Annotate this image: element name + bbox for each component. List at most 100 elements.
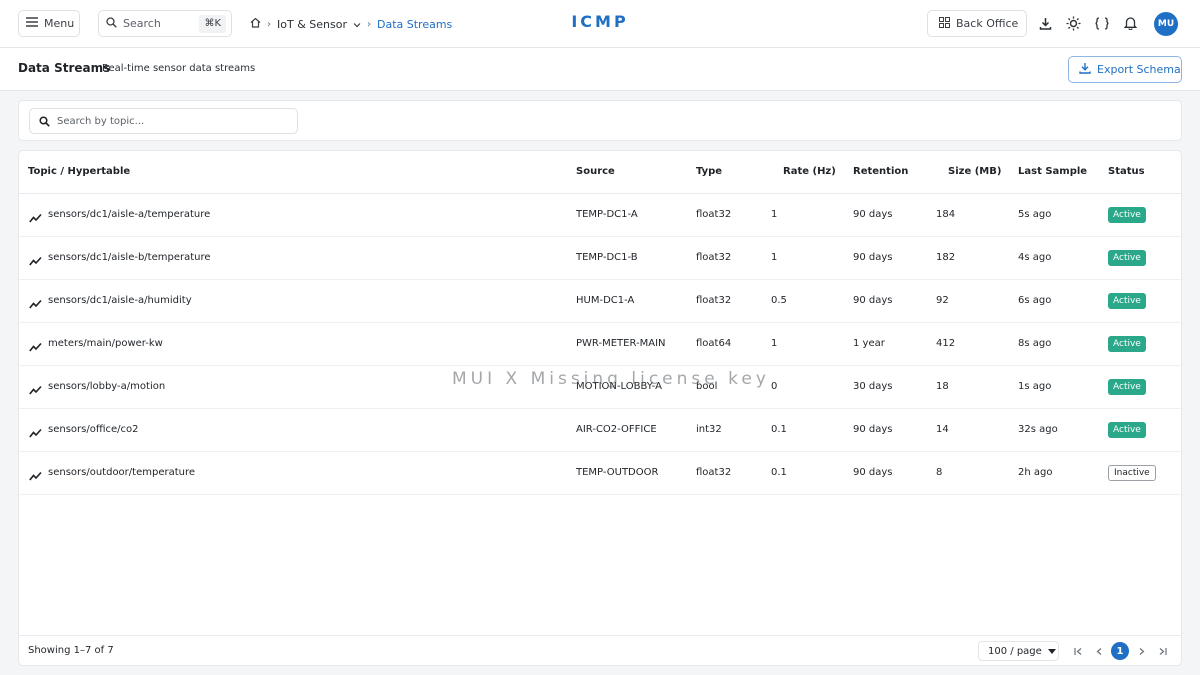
cell-source: AIR-CO2-OFFICE <box>576 424 657 435</box>
column-header-last-sample[interactable]: Last Sample <box>1018 166 1087 177</box>
cell-rate: 1 <box>771 209 778 220</box>
search-icon <box>39 112 50 131</box>
next-page-icon[interactable] <box>1132 642 1150 660</box>
cell-size: 412 <box>936 338 956 349</box>
user-avatar[interactable]: MU <box>1154 12 1178 36</box>
page-button-current[interactable]: 1 <box>1111 642 1129 660</box>
page-subtitle: Real-time sensor data streams <box>102 63 256 74</box>
cell-rate: 1 <box>771 252 778 263</box>
cell-retention: 1 year <box>853 338 885 349</box>
cell-size: 18 <box>936 381 949 392</box>
back-office-button[interactable]: Back Office <box>927 10 1027 37</box>
cell-size: 92 <box>936 295 949 306</box>
page-size-select[interactable]: 100 / page <box>978 641 1059 661</box>
topic-search-field[interactable] <box>29 108 298 134</box>
cell-last-sample: 2h ago <box>1018 467 1053 478</box>
page-header: Data Streams Real-time sensor data strea… <box>0 48 1200 91</box>
table-row[interactable]: sensors/lobby-a/motion MOTION-LOBBY-A bool… <box>19 366 1181 409</box>
global-search-button[interactable]: Search ⌘K <box>98 10 232 37</box>
grid-icon <box>939 16 950 31</box>
menu-button[interactable]: Menu <box>18 10 80 37</box>
column-header-rate[interactable]: Rate (Hz) <box>783 166 836 177</box>
search-shortcut: ⌘K <box>199 15 226 33</box>
breadcrumb-current[interactable]: Data Streams <box>377 18 452 31</box>
last-page-icon[interactable] <box>1153 642 1171 660</box>
trend-line-icon <box>29 338 42 352</box>
topic-search-input[interactable] <box>57 115 277 127</box>
cell-topic: sensors/dc1/aisle-a/temperature <box>48 209 211 220</box>
sun-icon[interactable] <box>1064 14 1082 32</box>
trend-line-icon <box>29 295 42 309</box>
status-badge: Active <box>1108 293 1146 309</box>
previous-page-icon[interactable] <box>1090 642 1108 660</box>
status-badge: Active <box>1108 250 1146 266</box>
cell-type: int32 <box>696 424 722 435</box>
cell-rate: 0.1 <box>771 467 787 478</box>
trend-line-icon <box>29 424 42 438</box>
cell-type: float32 <box>696 252 732 263</box>
export-schema-label: Export Schema <box>1097 63 1181 76</box>
row-count-label: Showing 1–7 of 7 <box>28 645 114 656</box>
table-row[interactable]: sensors/outdoor/temperature TEMP-OUTDOOR f… <box>19 452 1181 495</box>
cell-rate: 0.1 <box>771 424 787 435</box>
caret-down-icon <box>1047 646 1056 657</box>
cell-last-sample: 5s ago <box>1018 209 1052 220</box>
cell-source: TEMP-DC1-A <box>576 209 638 220</box>
cell-topic: sensors/lobby-a/motion <box>48 381 166 392</box>
download-icon <box>1079 62 1091 77</box>
column-header-source[interactable]: Source <box>576 166 615 177</box>
cell-retention: 90 days <box>853 467 893 478</box>
cell-last-sample: 4s ago <box>1018 252 1052 263</box>
table-row[interactable]: meters/main/power-kw PWR-METER-MAIN float6… <box>19 323 1181 366</box>
cell-last-sample: 6s ago <box>1018 295 1052 306</box>
column-header-status[interactable]: Status <box>1108 166 1145 177</box>
column-header-size[interactable]: Size (MB) <box>948 166 1001 177</box>
breadcrumb-section[interactable]: IoT & Sensor <box>277 18 347 31</box>
menu-label: Menu <box>44 17 75 30</box>
first-page-icon[interactable] <box>1069 642 1087 660</box>
table-row[interactable]: sensors/dc1/aisle-a/humidity HUM-DC1-A flo… <box>19 280 1181 323</box>
cell-type: float32 <box>696 209 732 220</box>
cell-type: float64 <box>696 338 732 349</box>
chevron-right-icon: › <box>267 18 271 30</box>
bell-icon[interactable] <box>1121 14 1139 32</box>
cell-size: 184 <box>936 209 956 220</box>
cell-retention: 30 days <box>853 381 893 392</box>
brand-logo[interactable]: ICMP <box>540 12 660 31</box>
data-streams-table: Topic / Hypertable Source Type Rate (Hz)… <box>18 150 1182 666</box>
chevron-right-icon: › <box>366 18 371 30</box>
cell-rate: 0 <box>771 381 778 392</box>
cell-type: float32 <box>696 467 732 478</box>
table-row[interactable]: sensors/office/co2 AIR-CO2-OFFICE int32 0.1… <box>19 409 1181 452</box>
cell-rate: 0.5 <box>771 295 787 306</box>
status-badge: Inactive <box>1108 465 1156 481</box>
trend-line-icon <box>29 467 42 481</box>
column-header-retention[interactable]: Retention <box>853 166 908 177</box>
cell-source: PWR-METER-MAIN <box>576 338 666 349</box>
cell-retention: 90 days <box>853 424 893 435</box>
table-footer: Showing 1–7 of 7 100 / page 1 <box>19 635 1181 665</box>
cell-type: bool <box>696 381 718 392</box>
page-title: Data Streams <box>18 61 111 75</box>
page-size-value: 100 / page <box>988 645 1042 657</box>
code-braces-icon[interactable] <box>1093 14 1111 32</box>
cell-source: HUM-DC1-A <box>576 295 635 306</box>
trend-line-icon <box>29 209 42 223</box>
cell-source: TEMP-DC1-B <box>576 252 638 263</box>
table-row[interactable]: sensors/dc1/aisle-a/temperature TEMP-DC1-… <box>19 194 1181 237</box>
back-office-label: Back Office <box>956 17 1019 30</box>
cell-source: TEMP-OUTDOOR <box>576 467 659 478</box>
home-icon[interactable] <box>250 17 261 31</box>
column-header-topic[interactable]: Topic / Hypertable <box>28 166 130 177</box>
column-header-type[interactable]: Type <box>696 166 722 177</box>
top-bar: Menu Search ⌘K › IoT & Sensor › Data Str… <box>0 0 1200 48</box>
table-row[interactable]: sensors/dc1/aisle-b/temperature TEMP-DC1-… <box>19 237 1181 280</box>
status-badge: Active <box>1108 207 1146 223</box>
cell-size: 182 <box>936 252 956 263</box>
export-schema-button[interactable]: Export Schema <box>1068 56 1182 83</box>
cell-source: MOTION-LOBBY-A <box>576 381 662 392</box>
chevron-down-icon[interactable] <box>353 18 361 31</box>
download-icon[interactable] <box>1036 14 1054 32</box>
cell-topic: meters/main/power-kw <box>48 338 163 349</box>
cell-topic: sensors/dc1/aisle-b/temperature <box>48 252 211 263</box>
